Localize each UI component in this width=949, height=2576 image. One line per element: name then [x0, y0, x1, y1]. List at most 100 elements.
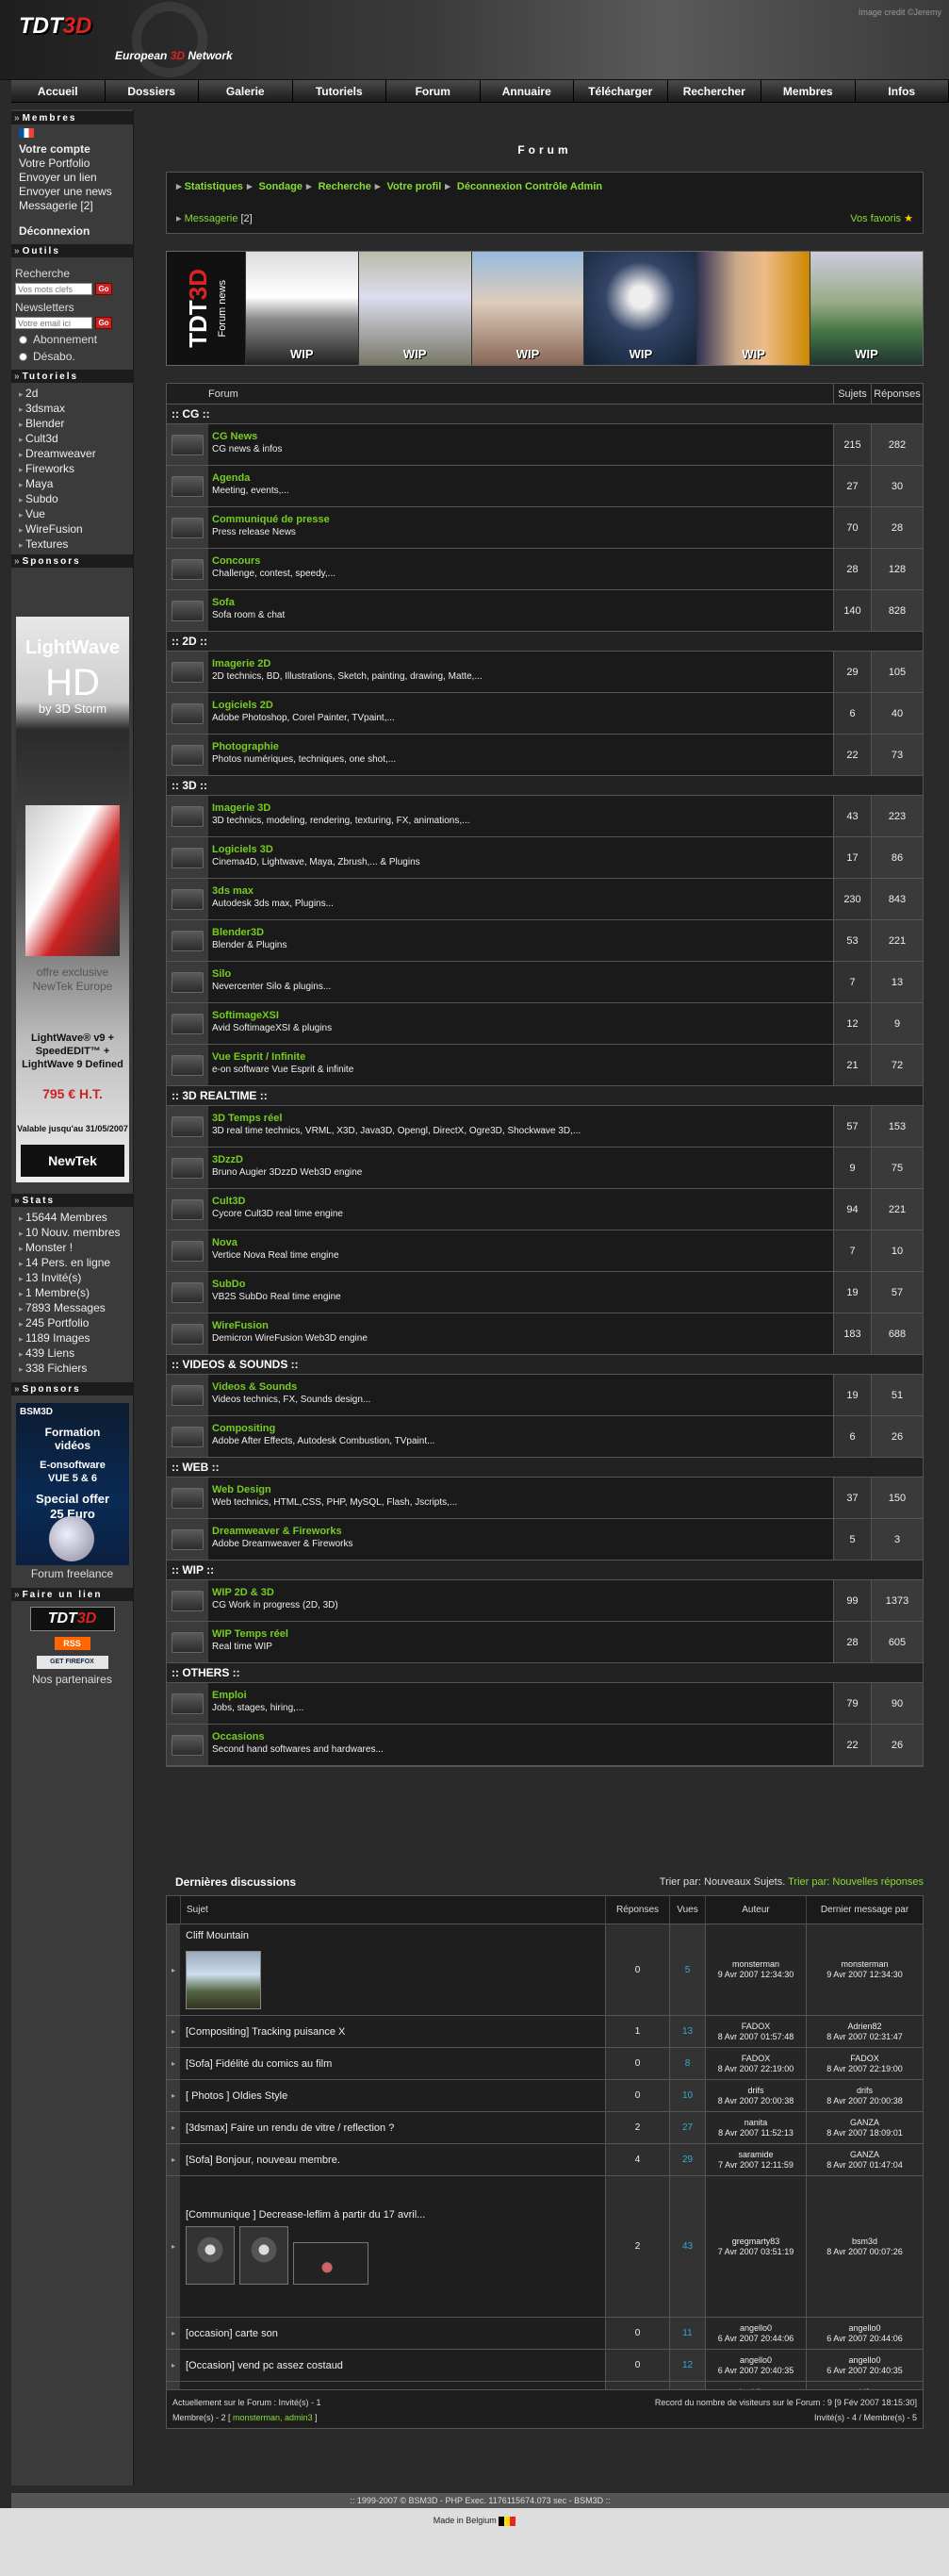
forum-link[interactable]: WIP 2D & 3D	[212, 1587, 829, 1598]
nav-rechercher[interactable]: Rechercher	[667, 80, 761, 102]
forum-link[interactable]: Emploi	[212, 1690, 829, 1701]
author-name[interactable]: gregmarty83	[732, 2237, 780, 2247]
topic-link[interactable]: [Sofa] Fidélité du comics au film	[186, 2058, 599, 2070]
bsm3d-ad-banner[interactable]: BSM3D Formation vidéos E-onsoftware VUE …	[16, 1403, 129, 1565]
nav-tutoriels[interactable]: Tutoriels	[292, 80, 386, 102]
author-name[interactable]: nanita	[744, 2118, 768, 2128]
forum-link[interactable]: CG News	[212, 431, 829, 442]
nav-dossiers[interactable]: Dossiers	[105, 80, 199, 102]
nav-galerie[interactable]: Galerie	[199, 80, 293, 102]
topic-link[interactable]: [Occasion] vend pc assez costaud	[186, 2360, 599, 2371]
rss-button[interactable]: RSS	[54, 1637, 90, 1650]
attachment-thumbnail[interactable]	[239, 2225, 288, 2285]
author-date: 8 Avr 2007 01:57:48	[717, 2031, 794, 2041]
forum-link[interactable]: Sofa	[212, 597, 829, 608]
nav-telecharger[interactable]: Télécharger	[574, 80, 668, 102]
toolbar-link-admin[interactable]: Contrôle Admin	[525, 181, 602, 192]
forum-link[interactable]: 3DzzD	[212, 1154, 829, 1165]
author-name[interactable]: angello0	[740, 2323, 772, 2334]
forum-link[interactable]: 3ds max	[212, 885, 829, 897]
last-poster-name[interactable]: monsterman	[841, 1959, 888, 1970]
thumbnail-motel[interactable]: WIP	[470, 252, 584, 365]
forum-link[interactable]: Agenda	[212, 472, 829, 484]
thumbnail-police-car[interactable]: WIP	[244, 252, 358, 365]
toolbar-link-stats[interactable]: Statistiques	[185, 181, 243, 192]
topic-link[interactable]: [occasion] carte son	[186, 2328, 599, 2339]
forum-link[interactable]: WireFusion	[212, 1320, 829, 1331]
topic-link[interactable]: [Communique ] Decrease-leflim à partir d…	[186, 2209, 599, 2221]
lightwave-ad-banner[interactable]: LightWave HD by 3D Storm offre exclusive…	[16, 617, 129, 1182]
forum-link[interactable]: SubDo	[212, 1279, 829, 1290]
nav-forum[interactable]: Forum	[386, 80, 481, 102]
thumbnail-face[interactable]: WIP	[696, 252, 810, 365]
favoris-link[interactable]: Vos favoris ★	[850, 212, 913, 224]
sort-new-replies[interactable]: Trier par: Nouvelles réponses	[788, 1876, 924, 1888]
toolbar-link-recherche[interactable]: Recherche	[319, 181, 371, 192]
ad-text: vidéos	[54, 1439, 90, 1452]
forum-reply-count: 153	[871, 1106, 923, 1147]
forum-link[interactable]: Nova	[212, 1237, 829, 1248]
last-poster-name[interactable]: FADOX	[850, 2054, 879, 2064]
forum-link[interactable]: Photographie	[212, 741, 829, 752]
topic-link[interactable]: [ Photos ] Oldies Style	[186, 2090, 599, 2102]
toolbar-link-deconnexion[interactable]: Déconnexion	[457, 181, 522, 192]
last-poster-name[interactable]: angello0	[848, 2323, 880, 2334]
toolbar-link-profil[interactable]: Votre profil	[386, 181, 441, 192]
author-name[interactable]: monsterman	[732, 1959, 779, 1970]
last-post-date: 8 Avr 2007 22:19:00	[826, 2063, 903, 2073]
forum-link[interactable]: Logiciels 2D	[212, 700, 829, 711]
forum-link[interactable]: Silo	[212, 968, 829, 980]
forum-link[interactable]: Concours	[212, 555, 829, 567]
author-name[interactable]: FADOX	[742, 2022, 771, 2032]
messagerie-link[interactable]: ▸ Messagerie [2]	[176, 212, 253, 224]
get-firefox-button[interactable]: GET FIREFOX	[36, 1656, 108, 1669]
forum-link[interactable]: Occasions	[212, 1731, 829, 1742]
online-member-names[interactable]: monsterman, admin3	[233, 2413, 313, 2422]
forum-link[interactable]: WIP Temps réel	[212, 1628, 829, 1640]
forum-link[interactable]: 3D Temps réel	[212, 1113, 829, 1124]
nav-membres[interactable]: Membres	[761, 80, 856, 102]
toolbar-link-sondage[interactable]: Sondage	[259, 181, 303, 192]
forum-link[interactable]: Imagerie 2D	[212, 658, 829, 669]
forum-link[interactable]: Communiqué de presse	[212, 514, 829, 525]
site-logo[interactable]: TDT3D	[19, 13, 91, 40]
author-name[interactable]: angello0	[740, 2355, 772, 2366]
nav-infos[interactable]: Infos	[855, 80, 949, 102]
attachment-thumbnail[interactable]	[186, 2225, 235, 2285]
author-name[interactable]: saramide	[738, 2150, 773, 2160]
forum-link[interactable]: Imagerie 3D	[212, 802, 829, 814]
last-poster-name[interactable]: bsm3d	[852, 2237, 877, 2247]
attachment-thumbnail[interactable]	[293, 2241, 368, 2285]
last-poster-name[interactable]: angello0	[848, 2355, 880, 2366]
forum-link[interactable]: Videos & Sounds	[212, 1381, 829, 1393]
thumbnail-vodka-bottle[interactable]: WIP	[357, 252, 471, 365]
attachment-thumbnail[interactable]	[186, 1951, 261, 2009]
forum-link[interactable]: Cult3D	[212, 1196, 829, 1207]
forum-link[interactable]: Web Design	[212, 1484, 829, 1495]
forum-link[interactable]: Blender3D	[212, 927, 829, 938]
forum-link[interactable]: Dreamweaver & Fireworks	[212, 1526, 829, 1537]
last-poster-name[interactable]: GANZA	[850, 2150, 879, 2160]
nav-annuaire[interactable]: Annuaire	[480, 80, 574, 102]
topic-link[interactable]: [3dsmax] Faire un rendu de vitre / refle…	[186, 2122, 599, 2134]
thumbnail-robot[interactable]: WIP	[583, 252, 697, 365]
nav-accueil[interactable]: Accueil	[11, 80, 106, 102]
forum-freelance-link[interactable]: Forum freelance	[11, 1567, 133, 1580]
topic-link[interactable]: [Compositing] Tracking puisance X	[186, 2026, 599, 2038]
tdt3d-link-button[interactable]: TDT3D	[29, 1607, 115, 1631]
topic-link[interactable]: Cliff Mountain	[186, 1930, 599, 1941]
sort-new-topics[interactable]: Trier par: Nouveaux Sujets.	[660, 1876, 785, 1888]
forum-link[interactable]: Logiciels 3D	[212, 844, 829, 855]
author-name[interactable]: FADOX	[742, 2054, 771, 2064]
last-poster-name[interactable]: Adrien82	[847, 2022, 881, 2032]
forum-link[interactable]: SoftimageXSI	[212, 1010, 829, 1021]
partners-link[interactable]: Nos partenaires	[11, 1673, 133, 1686]
stat-item[interactable]: Monster !	[11, 1241, 133, 1256]
author-name[interactable]: drifs	[747, 2086, 763, 2096]
last-poster-name[interactable]: drifs	[857, 2086, 873, 2096]
last-poster-name[interactable]: GANZA	[850, 2118, 879, 2128]
forum-link[interactable]: Vue Esprit / Infinite	[212, 1051, 829, 1063]
thumbnail-bunker[interactable]: WIP	[810, 252, 923, 365]
forum-link[interactable]: Compositing	[212, 1423, 829, 1434]
topic-link[interactable]: [Sofa] Bonjour, nouveau membre.	[186, 2155, 599, 2166]
